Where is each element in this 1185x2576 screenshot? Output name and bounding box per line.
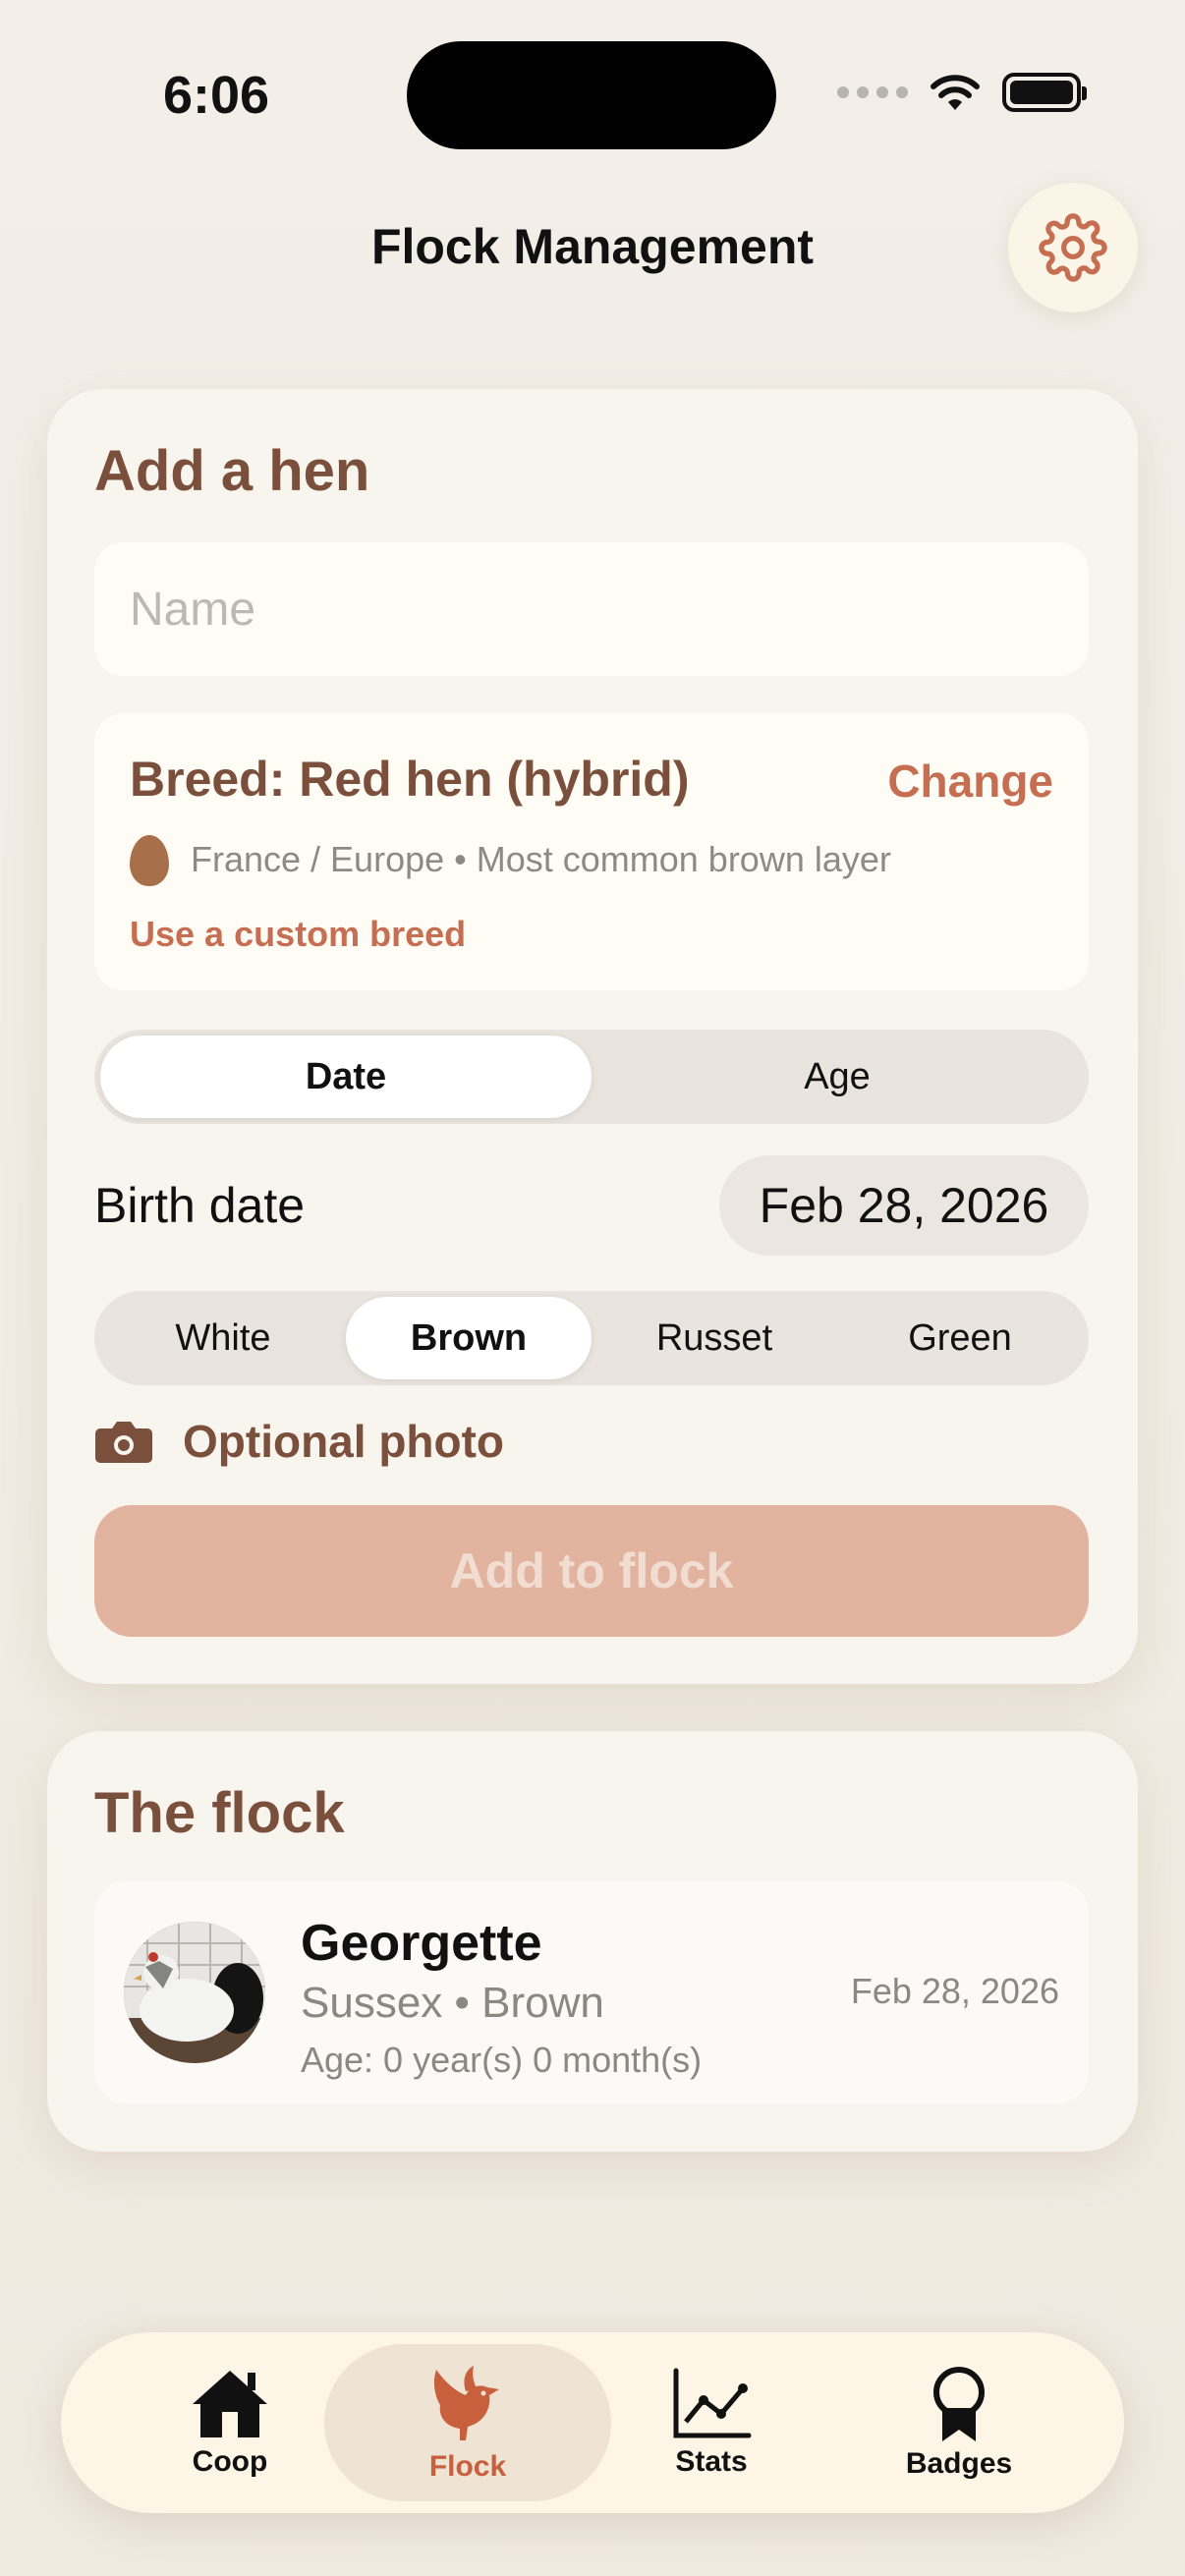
- add-to-flock-button[interactable]: Add to flock: [94, 1505, 1089, 1637]
- name-input[interactable]: [94, 542, 1089, 676]
- breed-selector: Breed: Red hen (hybrid) Change France / …: [94, 713, 1089, 990]
- medal-icon: [933, 2367, 985, 2441]
- optional-photo-label: Optional photo: [183, 1416, 505, 1467]
- bird-icon: [433, 2366, 499, 2440]
- status-icons: [837, 73, 1087, 112]
- egg-color-icon: [130, 835, 169, 886]
- camera-icon: [95, 1422, 152, 1463]
- tab-badges[interactable]: Badges: [816, 2344, 1102, 2501]
- segment-russet[interactable]: Russet: [592, 1297, 837, 1379]
- breed-title: Breed: Red hen (hybrid): [130, 752, 690, 807]
- hen-name: Georgette: [301, 1915, 542, 1972]
- flock-title: The flock: [94, 1781, 345, 1845]
- chart-line-icon: [673, 2368, 752, 2438]
- tab-badges-label: Badges: [905, 2447, 1013, 2480]
- screen: 6:06 Flock Management Add a hen Breed: R…: [0, 0, 1185, 2576]
- date-age-segmented-control: Date Age: [94, 1030, 1089, 1124]
- dynamic-island: [407, 41, 776, 149]
- segment-white[interactable]: White: [100, 1297, 346, 1379]
- tab-bar: Coop Flock Stats Badges: [61, 2332, 1124, 2513]
- segment-green[interactable]: Green: [837, 1297, 1083, 1379]
- cellular-signal-icon: [837, 86, 908, 98]
- segment-brown[interactable]: Brown: [346, 1297, 592, 1379]
- custom-breed-link[interactable]: Use a custom breed: [130, 914, 466, 955]
- segment-age[interactable]: Age: [592, 1036, 1083, 1118]
- gear-icon: [1039, 213, 1107, 282]
- add-hen-title: Add a hen: [94, 439, 370, 503]
- birth-date-label: Birth date: [94, 1178, 306, 1233]
- tab-flock-label: Flock: [428, 2450, 507, 2483]
- hen-age: Age: 0 year(s) 0 month(s): [301, 2040, 703, 2080]
- segment-date[interactable]: Date: [100, 1036, 592, 1118]
- hen-birth-date: Feb 28, 2026: [850, 1971, 1059, 2011]
- settings-button[interactable]: [1008, 183, 1138, 312]
- flock-card: The flock Georgette Sussex • Brown Age: …: [47, 1731, 1138, 2152]
- optional-photo-button[interactable]: Optional photo: [94, 1415, 504, 1468]
- birth-date-picker[interactable]: Feb 28, 2026: [719, 1155, 1089, 1256]
- tab-stats-label: Stats: [675, 2445, 748, 2478]
- hen-breed-color: Sussex • Brown: [301, 1979, 604, 2027]
- status-time: 6:06: [163, 66, 270, 125]
- tab-coop-label: Coop: [192, 2445, 268, 2478]
- battery-icon: [1002, 73, 1087, 112]
- hen-list-item[interactable]: Georgette Sussex • Brown Age: 0 year(s) …: [94, 1880, 1089, 2104]
- house-icon: [193, 2371, 267, 2437]
- tab-stats[interactable]: Stats: [568, 2344, 855, 2501]
- egg-color-segmented-control: White Brown Russet Green: [94, 1291, 1089, 1385]
- wifi-icon: [931, 75, 980, 110]
- change-breed-button[interactable]: Change: [887, 755, 1053, 808]
- breed-meta: France / Europe • Most common brown laye…: [191, 839, 891, 879]
- hen-avatar: [124, 1922, 265, 2063]
- add-hen-card: Add a hen Breed: Red hen (hybrid) Change…: [47, 389, 1138, 1684]
